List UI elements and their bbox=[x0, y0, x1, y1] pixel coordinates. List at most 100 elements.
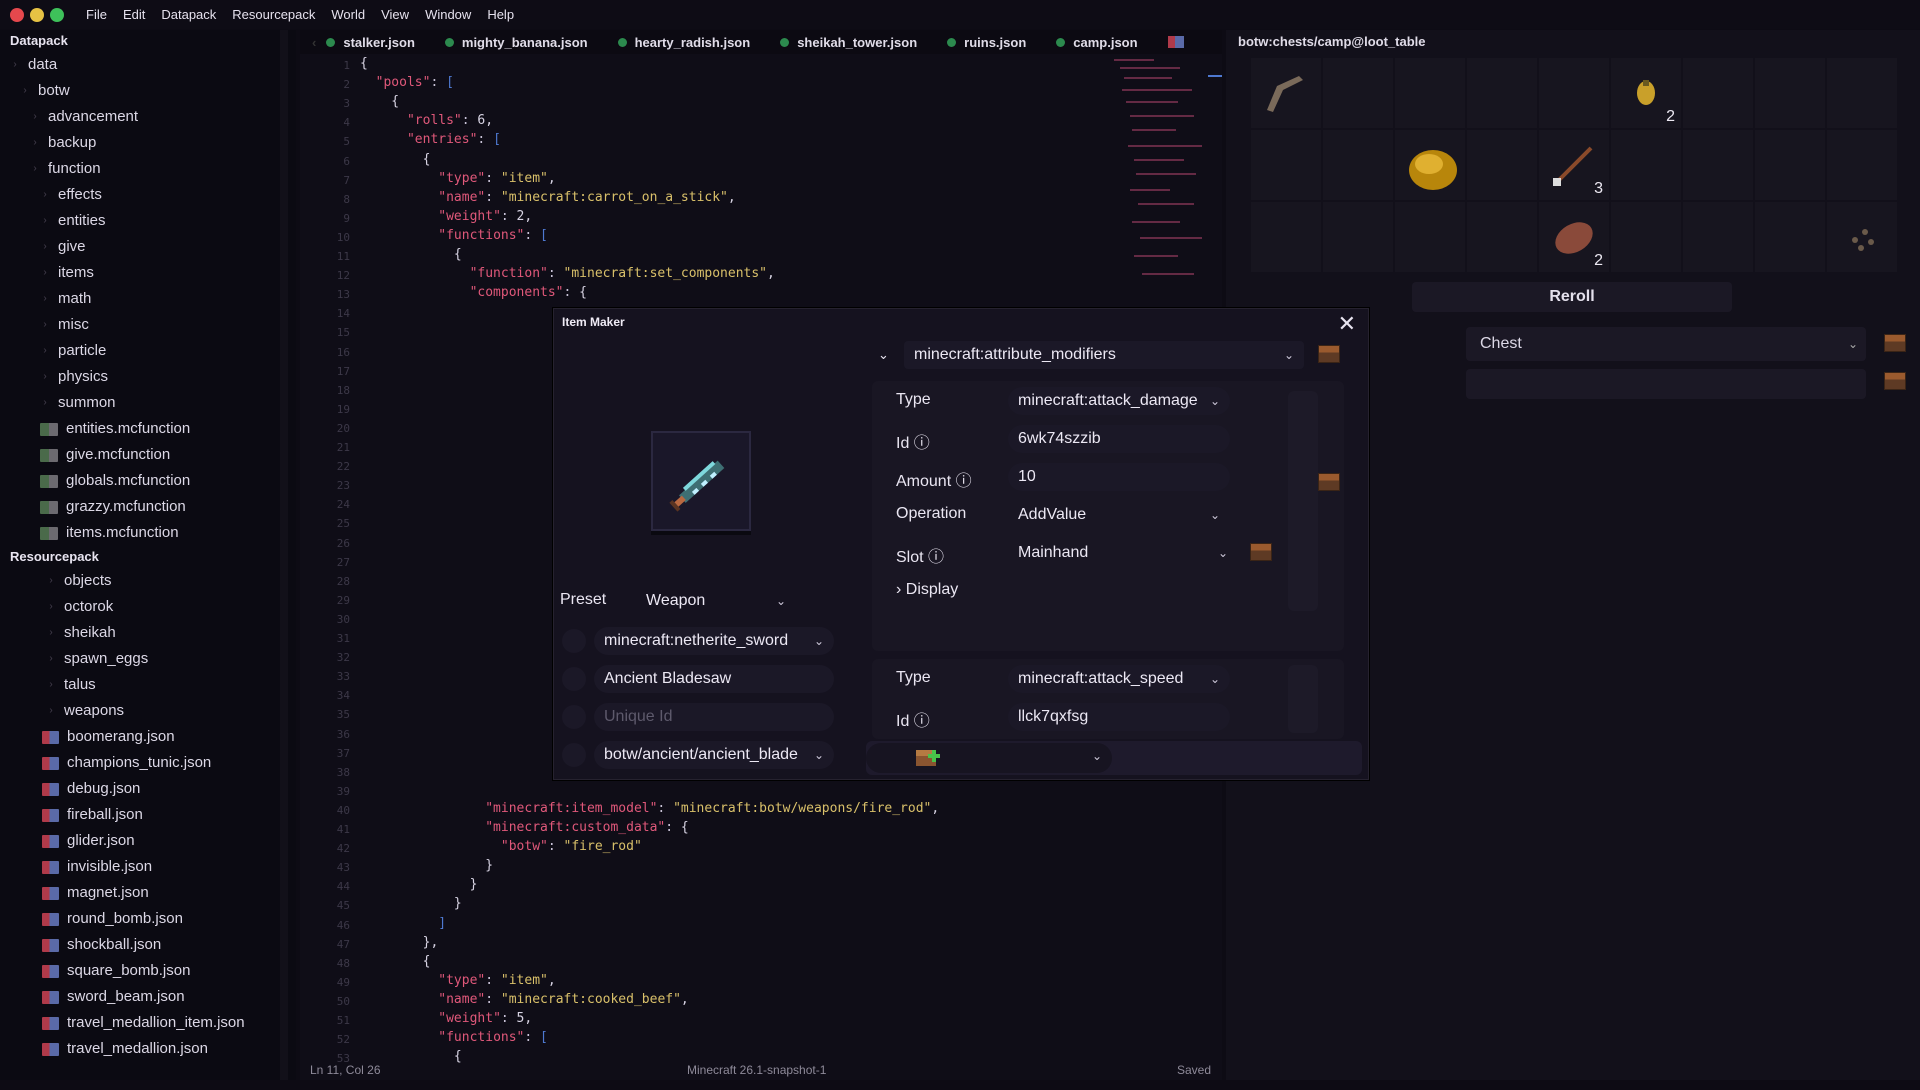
tab-hearty_radish[interactable]: hearty_radish.json bbox=[617, 35, 750, 50]
component-select[interactable]: minecraft:attribute_modifiers ⌄ bbox=[904, 341, 1304, 369]
tree-item[interactable]: travel_medallion_item.json bbox=[0, 1010, 296, 1036]
preset-select[interactable]: Weapon ⌄ bbox=[636, 587, 796, 615]
tree-item[interactable]: › talus bbox=[0, 672, 296, 698]
new-component-select[interactable]: ⌄ bbox=[866, 743, 1112, 773]
loot-slot[interactable] bbox=[1611, 130, 1681, 200]
loot-slot[interactable] bbox=[1755, 130, 1825, 200]
tree-item[interactable]: items.mcfunction bbox=[0, 520, 296, 546]
menu-item-edit[interactable]: Edit bbox=[123, 7, 145, 22]
item-name-input[interactable]: Ancient Bladesaw bbox=[594, 665, 834, 693]
maximize-window-button[interactable] bbox=[50, 7, 64, 22]
reroll-button[interactable]: Reroll bbox=[1412, 282, 1732, 312]
loot-slot[interactable] bbox=[1539, 58, 1609, 128]
loot-slot[interactable] bbox=[1683, 130, 1753, 200]
loot-slot[interactable]: 2 bbox=[1611, 58, 1681, 128]
menu-item-file[interactable]: File bbox=[86, 7, 107, 22]
tree-item[interactable]: entities.mcfunction bbox=[0, 416, 296, 442]
display-toggle[interactable]: › Display bbox=[896, 581, 958, 599]
remove-component-icon[interactable] bbox=[1318, 345, 1340, 363]
tree-item[interactable]: › botw bbox=[0, 78, 296, 104]
tree-item[interactable]: › spawn_eggs bbox=[0, 646, 296, 672]
sidebar-scrollbar[interactable] bbox=[280, 30, 288, 1080]
tree-item[interactable]: grazzy.mcfunction bbox=[0, 494, 296, 520]
tree-item[interactable]: sword_beam.json bbox=[0, 984, 296, 1010]
tab-overflow-icon[interactable] bbox=[1167, 36, 1184, 48]
tree-item[interactable]: magnet.json bbox=[0, 880, 296, 906]
loot-slot[interactable] bbox=[1467, 58, 1537, 128]
menu-item-datapack[interactable]: Datapack bbox=[161, 7, 216, 22]
remove-component-icon[interactable] bbox=[1318, 473, 1340, 491]
menu-item-view[interactable]: View bbox=[381, 7, 409, 22]
unique-id-input[interactable]: Unique Id bbox=[594, 703, 834, 731]
loot-slot[interactable] bbox=[1395, 202, 1465, 272]
loot-slot[interactable]: 3 bbox=[1539, 130, 1609, 200]
tree-item[interactable]: travel_medallion.json bbox=[0, 1036, 296, 1062]
tree-item[interactable]: square_bomb.json bbox=[0, 958, 296, 984]
loot-slot[interactable] bbox=[1683, 58, 1753, 128]
loot-slot[interactable] bbox=[1323, 202, 1393, 272]
modifier2-scrollbar[interactable] bbox=[1288, 665, 1318, 733]
loot-slot[interactable] bbox=[1251, 130, 1321, 200]
remove-modifier-icon[interactable] bbox=[1250, 543, 1272, 561]
chest-icon[interactable] bbox=[1884, 334, 1906, 352]
tree-item[interactable]: › particle bbox=[0, 338, 296, 364]
close-window-button[interactable] bbox=[10, 7, 24, 22]
tree-item[interactable]: › octorok bbox=[0, 594, 296, 620]
tree-item[interactable]: › items bbox=[0, 260, 296, 286]
modifier-amount-input[interactable]: 10 bbox=[1008, 463, 1230, 491]
loot-slot[interactable] bbox=[1683, 202, 1753, 272]
chest-icon[interactable] bbox=[1884, 372, 1906, 390]
container-select[interactable]: Chest ⌄ bbox=[1466, 327, 1866, 361]
container-input[interactable] bbox=[1466, 369, 1866, 399]
loot-slot[interactable] bbox=[1827, 58, 1897, 128]
loot-slot[interactable] bbox=[1323, 130, 1393, 200]
tree-item[interactable]: invisible.json bbox=[0, 854, 296, 880]
base-item-select[interactable]: minecraft:netherite_sword ⌄ bbox=[594, 627, 834, 655]
loot-slot[interactable] bbox=[1251, 202, 1321, 272]
resourcepack-header[interactable]: Resourcepack bbox=[0, 546, 296, 568]
modifier-type-select[interactable]: minecraft:attack_damage ⌄ bbox=[1008, 387, 1230, 415]
modifier-operation-select[interactable]: AddValue ⌄ bbox=[1008, 501, 1230, 529]
modifier-slot-select[interactable]: Mainhand ⌄ bbox=[1008, 539, 1238, 567]
tab-stalker[interactable]: stalker.json bbox=[326, 35, 415, 50]
tree-item[interactable]: debug.json bbox=[0, 776, 296, 802]
collapse-chevron-icon[interactable]: ⌄ bbox=[878, 347, 889, 363]
tree-item[interactable]: › entities bbox=[0, 208, 296, 234]
tree-item[interactable]: › summon bbox=[0, 390, 296, 416]
loot-slot[interactable] bbox=[1755, 58, 1825, 128]
add-component-icon[interactable] bbox=[914, 746, 942, 770]
menu-item-help[interactable]: Help bbox=[487, 7, 514, 22]
tree-item[interactable]: › sheikah bbox=[0, 620, 296, 646]
datapack-header[interactable]: Datapack bbox=[0, 30, 296, 52]
tree-item[interactable]: › physics bbox=[0, 364, 296, 390]
loot-slot[interactable] bbox=[1395, 130, 1465, 200]
tree-item[interactable]: › effects bbox=[0, 182, 296, 208]
modifier-scrollbar[interactable] bbox=[1288, 391, 1318, 611]
menu-item-world[interactable]: World bbox=[331, 7, 365, 22]
minimap[interactable] bbox=[1112, 55, 1222, 315]
tree-item[interactable]: › weapons bbox=[0, 698, 296, 724]
tree-item[interactable]: › data bbox=[0, 52, 296, 78]
tree-item[interactable]: › give bbox=[0, 234, 296, 260]
loot-slot[interactable] bbox=[1323, 58, 1393, 128]
tree-item[interactable]: boomerang.json bbox=[0, 724, 296, 750]
tree-item[interactable]: fireball.json bbox=[0, 802, 296, 828]
tree-item[interactable]: › function bbox=[0, 156, 296, 182]
loot-slot[interactable] bbox=[1611, 202, 1681, 272]
tree-item[interactable]: › misc bbox=[0, 312, 296, 338]
tab-sheikah_tower[interactable]: sheikah_tower.json bbox=[780, 35, 917, 50]
tree-item[interactable]: round_bomb.json bbox=[0, 906, 296, 932]
tab-ruins[interactable]: ruins.json bbox=[947, 35, 1026, 50]
loot-slot[interactable] bbox=[1755, 202, 1825, 272]
loot-slot[interactable] bbox=[1251, 58, 1321, 128]
tree-item[interactable]: › backup bbox=[0, 130, 296, 156]
model-select[interactable]: botw/ancient/ancient_blade ⌄ bbox=[594, 741, 834, 769]
loot-slot[interactable]: 2 bbox=[1539, 202, 1609, 272]
loot-slot[interactable] bbox=[1827, 202, 1897, 272]
minimize-window-button[interactable] bbox=[30, 7, 44, 22]
modifier2-type-select[interactable]: minecraft:attack_speed ⌄ bbox=[1008, 665, 1230, 693]
tab-scroll-left-icon[interactable]: ‹ bbox=[312, 35, 316, 50]
close-icon[interactable]: ✕ bbox=[1338, 311, 1356, 337]
loot-slot[interactable] bbox=[1395, 58, 1465, 128]
tab-camp[interactable]: camp.json bbox=[1056, 35, 1138, 50]
